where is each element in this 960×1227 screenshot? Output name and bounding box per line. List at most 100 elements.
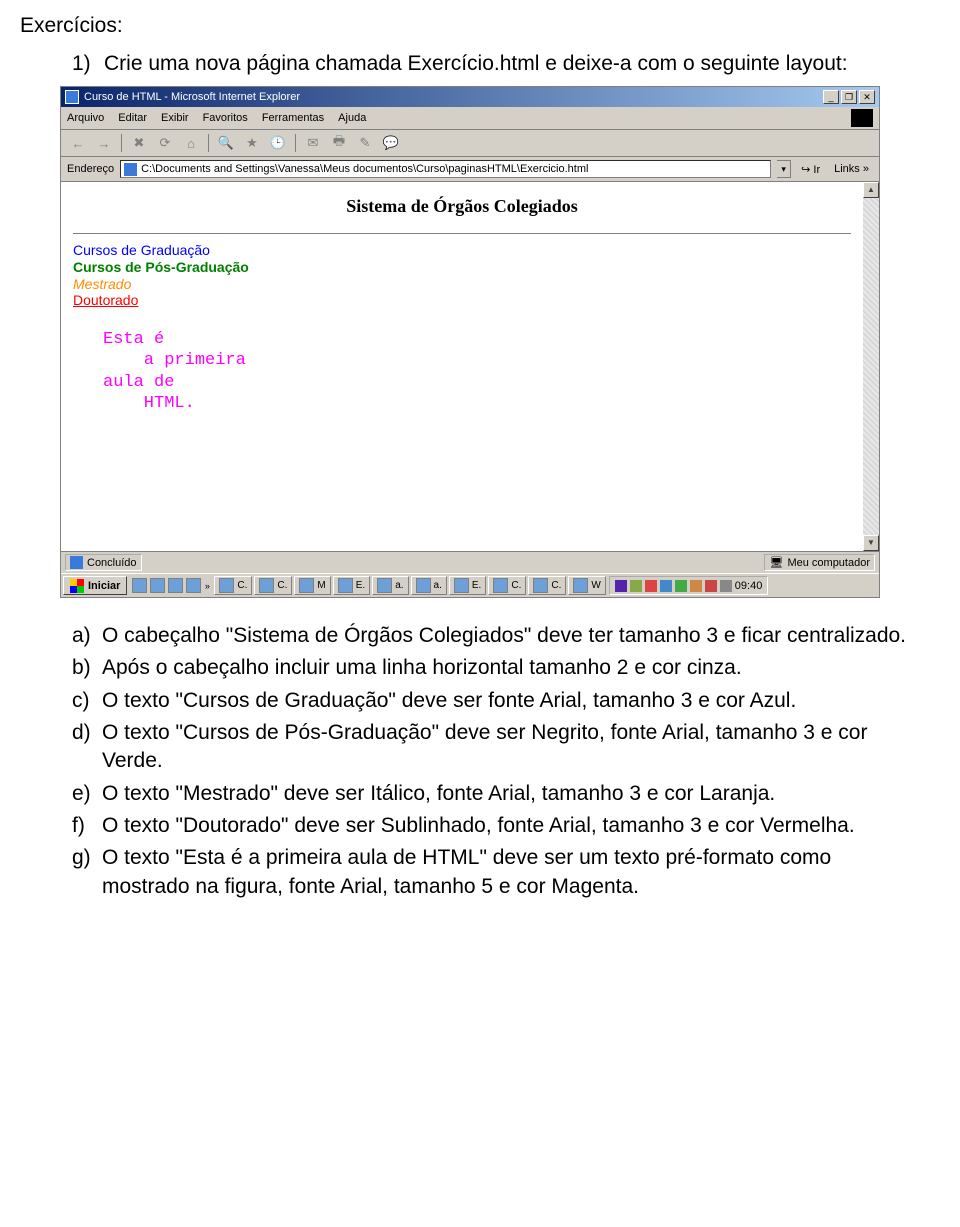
task-icon: [299, 578, 314, 593]
tray-icon[interactable]: [660, 580, 672, 592]
address-input[interactable]: C:\Documents and Settings\Vanessa\Meus d…: [120, 160, 771, 178]
tray-icon[interactable]: [615, 580, 627, 592]
tray-icon[interactable]: [630, 580, 642, 592]
list-number: 1): [72, 52, 100, 76]
quicklaunch-icon[interactable]: [186, 578, 201, 593]
system-tray: 09:40: [609, 576, 769, 595]
sub-text: Após o cabeçalho incluir uma linha horiz…: [102, 654, 940, 682]
taskbar-task[interactable]: W: [568, 576, 605, 595]
edit-button[interactable]: ✎: [354, 133, 376, 153]
sub-text: O texto "Doutorado" deve ser Sublinhado,…: [102, 812, 940, 840]
address-bar: Endereço C:\Documents and Settings\Vanes…: [61, 157, 879, 182]
taskbar-task[interactable]: C.: [528, 576, 566, 595]
horizontal-rule: [73, 233, 851, 234]
menu-ajuda[interactable]: Ajuda: [338, 112, 366, 124]
browser-window: Curso de HTML - Microsoft Internet Explo…: [60, 86, 880, 598]
mail-button[interactable]: ✉: [302, 133, 324, 153]
throbber-icon: [851, 109, 873, 127]
task-icon: [377, 578, 392, 593]
back-button[interactable]: ←: [67, 133, 89, 153]
toolbar-separator: [295, 134, 296, 152]
sub-list: a) O cabeçalho "Sistema de Órgãos Colegi…: [72, 622, 940, 901]
task-icon: [259, 578, 274, 593]
discuss-button[interactable]: 💬: [380, 133, 402, 153]
page-title: Sistema de Órgãos Colegiados: [73, 196, 851, 217]
search-button[interactable]: 🔍: [215, 133, 237, 153]
task-icon: [219, 578, 234, 593]
vertical-scrollbar[interactable]: ▲ ▼: [863, 182, 879, 551]
task-icon: [493, 578, 508, 593]
sub-item-b: b) Após o cabeçalho incluir uma linha ho…: [72, 654, 940, 682]
taskbar-task[interactable]: M: [294, 576, 330, 595]
print-button[interactable]: 🖶: [328, 133, 350, 153]
forward-button[interactable]: →: [93, 133, 115, 153]
menu-ferramentas[interactable]: Ferramentas: [262, 112, 324, 124]
quicklaunch-more[interactable]: »: [204, 581, 210, 591]
line-graduacao: Cursos de Graduação: [73, 242, 851, 259]
sub-item-a: a) O cabeçalho "Sistema de Órgãos Colegi…: [72, 622, 940, 650]
scroll-down-button[interactable]: ▼: [863, 535, 879, 551]
address-dropdown[interactable]: ▾: [777, 160, 791, 178]
sub-letter: g): [72, 844, 102, 901]
favorites-button[interactable]: ★: [241, 133, 263, 153]
viewport: Sistema de Órgãos Colegiados Cursos de G…: [61, 182, 879, 552]
sub-item-f: f) O texto "Doutorado" deve ser Sublinha…: [72, 812, 940, 840]
line-doutorado: Doutorado: [73, 292, 851, 309]
tray-icon[interactable]: [705, 580, 717, 592]
clock: 09:40: [735, 580, 763, 592]
minimize-button[interactable]: _: [823, 90, 839, 104]
quicklaunch-icon[interactable]: [132, 578, 147, 593]
task-icon: [533, 578, 548, 593]
tray-icon[interactable]: [690, 580, 702, 592]
list-item-1: 1) Crie uma nova página chamada Exercíci…: [72, 52, 940, 76]
page-icon: [124, 163, 137, 176]
history-button[interactable]: 🕒: [267, 133, 289, 153]
sub-text: O texto "Cursos de Pós-Graduação" deve s…: [102, 719, 940, 776]
close-button[interactable]: ✕: [859, 90, 875, 104]
toolbar-separator: [121, 134, 122, 152]
sub-letter: e): [72, 780, 102, 808]
taskbar-task[interactable]: a.: [372, 576, 408, 595]
sub-item-e: e) O texto "Mestrado" deve ser Itálico, …: [72, 780, 940, 808]
task-icon: [573, 578, 588, 593]
quicklaunch-icon[interactable]: [168, 578, 183, 593]
home-button[interactable]: ⌂: [180, 133, 202, 153]
list-item-1-text: Crie uma nova página chamada Exercício.h…: [104, 52, 848, 76]
taskbar-task[interactable]: C.: [214, 576, 252, 595]
statusbar: Concluído 🖥 Meu computador: [61, 552, 879, 573]
sub-text: O texto "Cursos de Graduação" deve ser f…: [102, 687, 940, 715]
taskbar-task[interactable]: C.: [254, 576, 292, 595]
tray-icon[interactable]: [720, 580, 732, 592]
stop-button[interactable]: ✖: [128, 133, 150, 153]
sub-text: O cabeçalho "Sistema de Órgãos Colegiado…: [102, 622, 940, 650]
taskbar-task[interactable]: a.: [411, 576, 447, 595]
links-button[interactable]: Links »: [830, 163, 873, 175]
status-text: Concluído: [87, 557, 137, 569]
line-pos-graduacao: Cursos de Pós-Graduação: [73, 259, 851, 276]
menu-exibir[interactable]: Exibir: [161, 112, 189, 124]
tray-icon[interactable]: [675, 580, 687, 592]
scroll-up-button[interactable]: ▲: [863, 182, 879, 198]
sub-letter: a): [72, 622, 102, 650]
sub-text: O texto "Esta é a primeira aula de HTML"…: [102, 844, 940, 901]
taskbar-task[interactable]: C.: [488, 576, 526, 595]
maximize-button[interactable]: ❐: [841, 90, 857, 104]
start-button[interactable]: Iniciar: [63, 576, 127, 595]
go-button[interactable]: ↪ Ir: [797, 163, 824, 176]
sub-item-d: d) O texto "Cursos de Pós-Graduação" dev…: [72, 719, 940, 776]
scroll-track[interactable]: [863, 198, 879, 535]
computer-icon: 🖥: [769, 556, 783, 569]
menu-editar[interactable]: Editar: [118, 112, 147, 124]
menubar: Arquivo Editar Exibir Favoritos Ferramen…: [61, 107, 879, 130]
taskbar-task[interactable]: E.: [449, 576, 486, 595]
quicklaunch-icon[interactable]: [150, 578, 165, 593]
sub-text: O texto "Mestrado" deve ser Itálico, fon…: [102, 780, 940, 808]
tray-icon[interactable]: [645, 580, 657, 592]
taskbar-task[interactable]: E.: [333, 576, 370, 595]
menu-arquivo[interactable]: Arquivo: [67, 112, 104, 124]
taskbar: Iniciar » C. C. M E. a. a. E. C. C. W 09…: [61, 573, 879, 597]
refresh-button[interactable]: ⟳: [154, 133, 176, 153]
sub-letter: f): [72, 812, 102, 840]
window-title: Curso de HTML - Microsoft Internet Explo…: [84, 91, 300, 103]
menu-favoritos[interactable]: Favoritos: [203, 112, 248, 124]
